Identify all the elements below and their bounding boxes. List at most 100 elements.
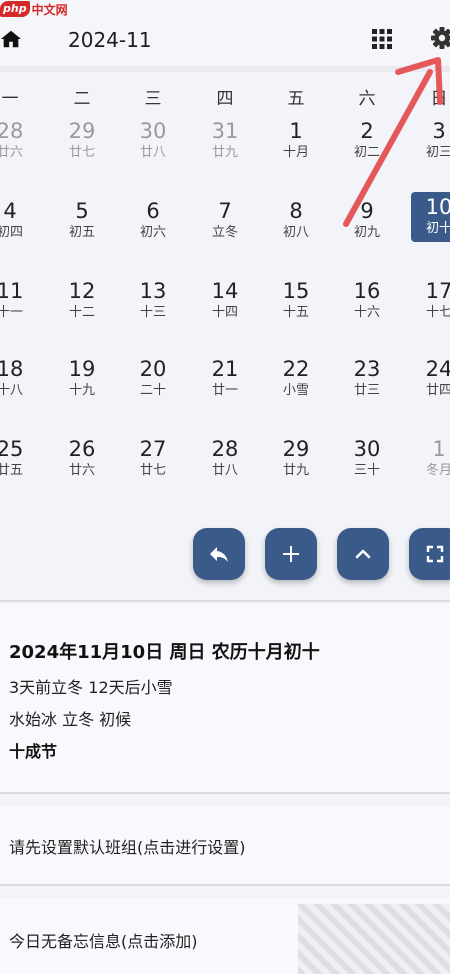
calendar-day[interactable]: 25 廿五 xyxy=(0,434,43,488)
top-bar-divider xyxy=(0,66,450,72)
lunar-date: 廿四 xyxy=(425,383,450,398)
day-number: 22 xyxy=(282,357,310,381)
day-number: 1 xyxy=(432,437,446,461)
weekday-label: 一 xyxy=(1,89,19,109)
lunar-date: 十月 xyxy=(282,145,309,160)
weekday-label: 六 xyxy=(358,89,376,109)
calendar-day[interactable]: 21 廿一 xyxy=(192,354,258,408)
calendar-day[interactable]: 23 廿三 xyxy=(334,354,400,408)
back-to-today-button[interactable] xyxy=(193,528,245,580)
calendar-day[interactable]: 29 廿七 xyxy=(49,116,115,170)
calendar-day[interactable]: 13 十三 xyxy=(120,276,186,330)
lunar-date: 廿七 xyxy=(139,463,166,478)
memo-row[interactable]: 今日无备忘信息(点击添加) xyxy=(0,898,450,974)
divider xyxy=(0,600,450,602)
day-number: 30 xyxy=(353,437,381,461)
lunar-date: 廿八 xyxy=(139,145,166,160)
calendar-day[interactable]: 20 二十 xyxy=(120,354,186,408)
divider xyxy=(0,792,450,794)
calendar-day[interactable]: 2 初二 xyxy=(334,116,400,170)
day-number: 25 xyxy=(0,437,24,461)
solar-term-info: 3天前立冬 12天后小雪 xyxy=(9,678,173,697)
day-number: 2 xyxy=(360,119,374,143)
calendar-day[interactable]: 27 廿七 xyxy=(120,434,186,488)
calendar-day-selected[interactable]: 10 初十 xyxy=(411,192,450,242)
day-number: 3 xyxy=(432,119,446,143)
calendar-day[interactable]: 7 立冬 xyxy=(192,196,258,250)
gear-icon[interactable] xyxy=(430,26,450,50)
calendar-day[interactable]: 31 廿九 xyxy=(192,116,258,170)
calendar-day[interactable]: 11 十一 xyxy=(0,276,43,330)
day-number: 19 xyxy=(68,357,96,381)
memo-thumbnail xyxy=(298,904,450,974)
calendar-day[interactable]: 14 十四 xyxy=(192,276,258,330)
add-button[interactable] xyxy=(265,528,317,580)
lunar-date: 二十 xyxy=(139,383,166,398)
day-number: 18 xyxy=(0,357,24,381)
calendar-day[interactable]: 30 廿八 xyxy=(120,116,186,170)
watermark: php 中文网 xyxy=(0,0,68,18)
calendar-day[interactable]: 24 廿四 xyxy=(406,354,450,408)
day-number: 30 xyxy=(139,119,167,143)
calendar-day[interactable]: 28 廿八 xyxy=(192,434,258,488)
day-number: 8 xyxy=(289,199,303,223)
calendar-day[interactable]: 12 十二 xyxy=(49,276,115,330)
lunar-date: 十九 xyxy=(68,383,95,398)
month-title[interactable]: 2024-11 xyxy=(68,28,152,52)
memo-prompt: 今日无备忘信息(点击添加) xyxy=(9,932,198,951)
lunar-date: 廿七 xyxy=(68,145,95,160)
calendar-day[interactable]: 8 初八 xyxy=(263,196,329,250)
calendar-day[interactable]: 28 廿六 xyxy=(0,116,43,170)
chevron-up-icon xyxy=(355,549,371,559)
lunar-date: 廿九 xyxy=(282,463,309,478)
calendar-day[interactable]: 30 三十 xyxy=(334,434,400,488)
day-number: 14 xyxy=(211,279,239,303)
lunar-date: 初八 xyxy=(282,225,309,240)
calendar-day[interactable]: 3 初三 xyxy=(406,116,450,170)
calendar-day[interactable]: 17 十七 xyxy=(406,276,450,330)
lunar-date: 初九 xyxy=(353,225,380,240)
calendar-day[interactable]: 1 十月 xyxy=(263,116,329,170)
home-icon[interactable] xyxy=(0,28,22,50)
calendar-day[interactable]: 9 初九 xyxy=(334,196,400,250)
lunar-date: 十六 xyxy=(353,305,380,320)
lunar-date: 十五 xyxy=(282,305,309,320)
calendar-day[interactable]: 29 廿九 xyxy=(263,434,329,488)
lunar-date: 廿一 xyxy=(211,383,238,398)
calendar-day[interactable]: 1 冬月 xyxy=(406,434,450,488)
calendar-day[interactable]: 16 十六 xyxy=(334,276,400,330)
phenology-info: 水始冰 立冬 初候 xyxy=(9,710,132,729)
calendar-day[interactable]: 4 初四 xyxy=(0,196,43,250)
weekday-label: 日 xyxy=(430,89,448,109)
lunar-date: 廿八 xyxy=(211,463,238,478)
day-number: 1 xyxy=(289,119,303,143)
collapse-button[interactable] xyxy=(337,528,389,580)
lunar-date: 廿六 xyxy=(68,463,95,478)
grid-icon[interactable] xyxy=(372,29,392,49)
calendar-day[interactable]: 18 十八 xyxy=(0,354,43,408)
calendar-day[interactable]: 5 初五 xyxy=(49,196,115,250)
calendar-day[interactable]: 6 初六 xyxy=(120,196,186,250)
lunar-date: 三十 xyxy=(353,463,380,478)
lunar-date: 初四 xyxy=(0,225,23,240)
day-number: 11 xyxy=(0,279,24,303)
weekday-label: 二 xyxy=(73,89,91,109)
divider xyxy=(0,884,450,886)
fullscreen-button[interactable] xyxy=(409,528,450,580)
calendar-day[interactable]: 22 小雪 xyxy=(263,354,329,408)
lunar-date: 廿九 xyxy=(211,145,238,160)
festival-info: 十成节 xyxy=(9,742,58,761)
fullscreen-icon xyxy=(426,545,444,563)
lunar-date: 廿三 xyxy=(353,383,380,398)
lunar-date: 十一 xyxy=(0,305,23,320)
calendar-day[interactable]: 19 十九 xyxy=(49,354,115,408)
day-number: 15 xyxy=(282,279,310,303)
day-number: 4 xyxy=(3,199,17,223)
plus-icon xyxy=(283,546,299,562)
day-info-panel[interactable]: 2024年11月10日 周日 农历十月初十 3天前立冬 12天后小雪 水始冰 立… xyxy=(0,604,450,792)
day-number: 27 xyxy=(139,437,167,461)
calendar-day[interactable]: 26 廿六 xyxy=(49,434,115,488)
calendar-day[interactable]: 15 十五 xyxy=(263,276,329,330)
watermark-text: 中文网 xyxy=(31,2,68,17)
shift-setting-row[interactable]: 请先设置默认班组(点击进行设置) xyxy=(0,806,450,884)
